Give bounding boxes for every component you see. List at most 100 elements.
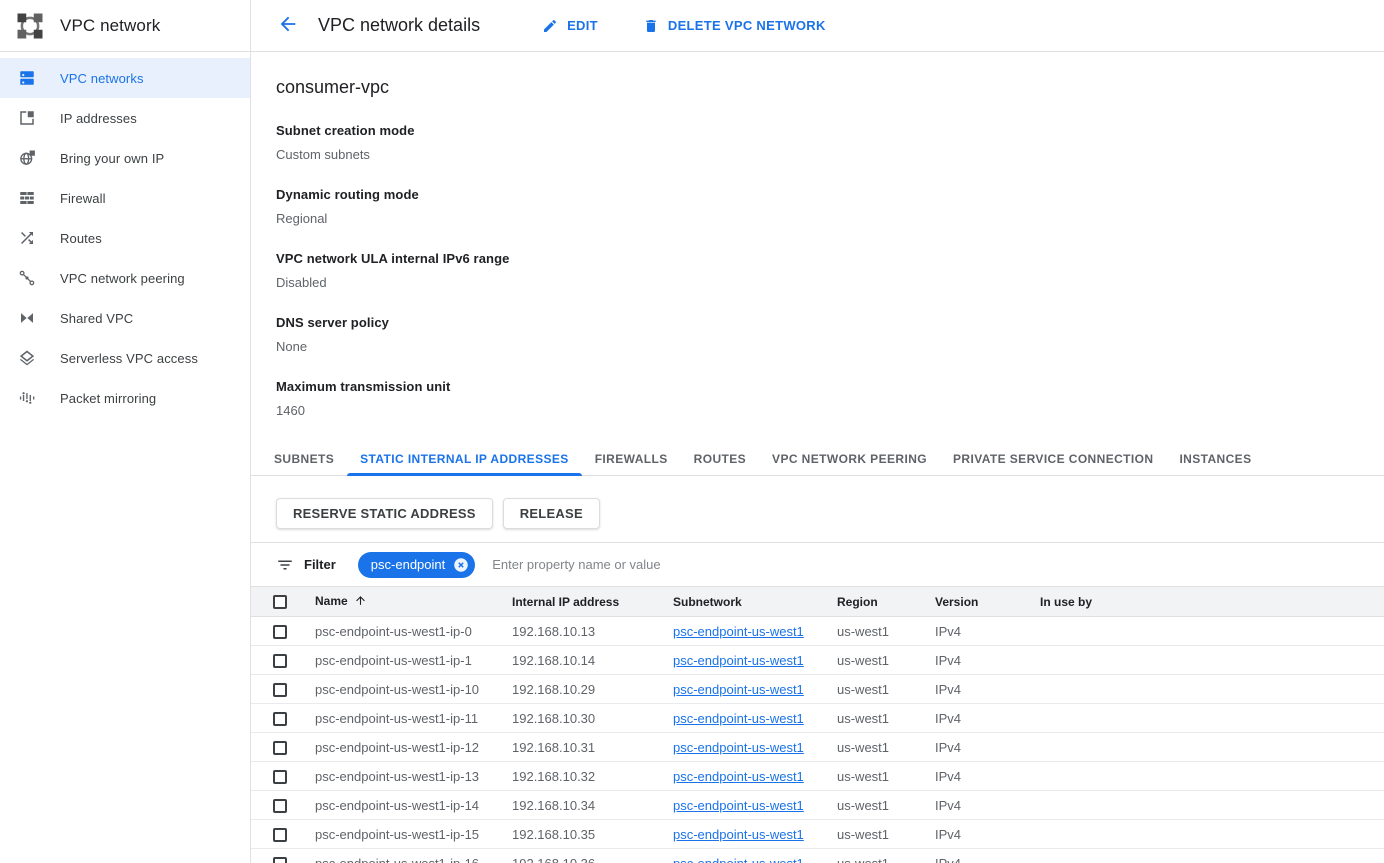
sidebar-item-bring-your-own-ip[interactable]: Bring your own IP [0, 138, 250, 178]
column-header-internal-ip-address[interactable]: Internal IP address [492, 587, 653, 617]
table-body: psc-endpoint-us-west1-ip-0 192.168.10.13… [251, 617, 1384, 863]
property-value: 1460 [276, 403, 1384, 418]
subnetwork-link[interactable]: psc-endpoint-us-west1 [673, 711, 804, 726]
select-all-checkbox[interactable] [273, 595, 287, 609]
sidebar-item-label: Serverless VPC access [60, 351, 198, 366]
cell-region: us-west1 [817, 617, 915, 646]
release-button[interactable]: RELEASE [503, 498, 600, 529]
tab-subnets[interactable]: SUBNETS [261, 443, 347, 475]
subnetwork-link[interactable]: psc-endpoint-us-west1 [673, 798, 804, 813]
property-label: VPC network ULA internal IPv6 range [276, 251, 1384, 266]
reserve-static-address-button[interactable]: RESERVE STATIC ADDRESS [276, 498, 493, 529]
cell-region: us-west1 [817, 704, 915, 733]
serverless-vpc-icon [18, 349, 36, 367]
cell-name: psc-endpoint-us-west1-ip-10 [295, 675, 492, 704]
subnetwork-link[interactable]: psc-endpoint-us-west1 [673, 856, 804, 863]
sidebar-item-label: VPC networks [60, 71, 144, 86]
delete-vpc-network-button[interactable]: DELETE VPC NETWORK [643, 18, 826, 34]
sidebar-item-label: Shared VPC [60, 311, 133, 326]
filter-list-icon [276, 556, 294, 574]
table-header-row: NameInternal IP addressSubnetworkRegionV… [251, 587, 1384, 617]
sidebar-item-shared-vpc[interactable]: Shared VPC [0, 298, 250, 338]
sidebar-item-vpc-network-peering[interactable]: VPC network peering [0, 258, 250, 298]
tab-vpc-network-peering[interactable]: VPC NETWORK PEERING [759, 443, 940, 475]
cell-name: psc-endpoint-us-west1-ip-13 [295, 762, 492, 791]
trash-icon [643, 18, 659, 34]
sidebar-item-firewall[interactable]: Firewall [0, 178, 250, 218]
row-checkbox[interactable] [273, 712, 287, 726]
sidebar-item-vpc-networks[interactable]: VPC networks [0, 58, 250, 98]
pencil-icon [542, 18, 558, 34]
back-button[interactable] [276, 14, 300, 38]
cell-version: IPv4 [915, 675, 1020, 704]
subnetwork-link[interactable]: psc-endpoint-us-west1 [673, 653, 804, 668]
cell-name: psc-endpoint-us-west1-ip-11 [295, 704, 492, 733]
sidebar-item-packet-mirroring[interactable]: Packet mirroring [0, 378, 250, 418]
column-header-subnetwork[interactable]: Subnetwork [653, 587, 817, 617]
cell-region: us-west1 [817, 762, 915, 791]
sidebar-item-routes[interactable]: Routes [0, 218, 250, 258]
chip-close-button[interactable] [452, 556, 470, 574]
filter-input[interactable] [492, 557, 1384, 572]
cell-name: psc-endpoint-us-west1-ip-1 [295, 646, 492, 675]
cell-version: IPv4 [915, 762, 1020, 791]
cell-internal-ip: 192.168.10.32 [492, 762, 653, 791]
property-label: DNS server policy [276, 315, 1384, 330]
cell-internal-ip: 192.168.10.31 [492, 733, 653, 762]
table-row: psc-endpoint-us-west1-ip-15 192.168.10.3… [251, 820, 1384, 849]
tab-private-service-connection[interactable]: PRIVATE SERVICE CONNECTION [940, 443, 1166, 475]
subnetwork-link[interactable]: psc-endpoint-us-west1 [673, 827, 804, 842]
cell-version: IPv4 [915, 704, 1020, 733]
column-header-region[interactable]: Region [817, 587, 915, 617]
cell-subnetwork: psc-endpoint-us-west1 [653, 733, 817, 762]
row-checkbox[interactable] [273, 799, 287, 813]
delete-button-label: DELETE VPC NETWORK [668, 18, 826, 33]
cell-subnetwork: psc-endpoint-us-west1 [653, 675, 817, 704]
subnetwork-link[interactable]: psc-endpoint-us-west1 [673, 769, 804, 784]
sidebar-item-label: Bring your own IP [60, 151, 164, 166]
back-arrow-icon [277, 13, 299, 38]
row-checkbox[interactable] [273, 625, 287, 639]
tab-instances[interactable]: INSTANCES [1166, 443, 1264, 475]
property-block: Dynamic routing mode Regional [276, 187, 1384, 226]
row-checkbox[interactable] [273, 828, 287, 842]
subnetwork-link[interactable]: psc-endpoint-us-west1 [673, 624, 804, 639]
table-row: psc-endpoint-us-west1-ip-0 192.168.10.13… [251, 617, 1384, 646]
row-checkbox[interactable] [273, 857, 287, 863]
property-block: DNS server policy None [276, 315, 1384, 354]
table-row: psc-endpoint-us-west1-ip-1 192.168.10.14… [251, 646, 1384, 675]
row-checkbox[interactable] [273, 654, 287, 668]
cell-subnetwork: psc-endpoint-us-west1 [653, 820, 817, 849]
cell-name: psc-endpoint-us-west1-ip-0 [295, 617, 492, 646]
column-header-in-use-by[interactable]: In use by [1020, 587, 1384, 617]
cell-name: psc-endpoint-us-west1-ip-14 [295, 791, 492, 820]
column-header-version[interactable]: Version [915, 587, 1020, 617]
subnetwork-link[interactable]: psc-endpoint-us-west1 [673, 740, 804, 755]
cell-region: us-west1 [817, 849, 915, 863]
sidebar-item-ip-addresses[interactable]: IP addresses [0, 98, 250, 138]
tab-routes[interactable]: ROUTES [681, 443, 759, 475]
cell-internal-ip: 192.168.10.30 [492, 704, 653, 733]
cell-subnetwork: psc-endpoint-us-west1 [653, 704, 817, 733]
column-header-name[interactable]: Name [295, 587, 492, 617]
row-checkbox[interactable] [273, 770, 287, 784]
cell-region: us-west1 [817, 820, 915, 849]
subnetwork-link[interactable]: psc-endpoint-us-west1 [673, 682, 804, 697]
packet-mirroring-icon [18, 389, 36, 407]
tab-bar: SUBNETSSTATIC INTERNAL IP ADDRESSESFIREW… [251, 443, 1384, 476]
cell-version: IPv4 [915, 791, 1020, 820]
cell-internal-ip: 192.168.10.14 [492, 646, 653, 675]
app-root: VPC network VPC network details EDIT DEL… [0, 0, 1384, 863]
property-label: Maximum transmission unit [276, 379, 1384, 394]
page-title: VPC network details [318, 15, 480, 36]
firewall-icon [18, 189, 36, 207]
property-value: Regional [276, 211, 1384, 226]
row-checkbox[interactable] [273, 741, 287, 755]
vpc-networks-icon [18, 69, 36, 87]
tab-firewalls[interactable]: FIREWALLS [582, 443, 681, 475]
row-checkbox[interactable] [273, 683, 287, 697]
edit-button[interactable]: EDIT [542, 18, 598, 34]
filter-chip[interactable]: psc-endpoint [358, 552, 475, 578]
sidebar-item-serverless-vpc-access[interactable]: Serverless VPC access [0, 338, 250, 378]
tab-static-internal-ip-addresses[interactable]: STATIC INTERNAL IP ADDRESSES [347, 443, 582, 475]
